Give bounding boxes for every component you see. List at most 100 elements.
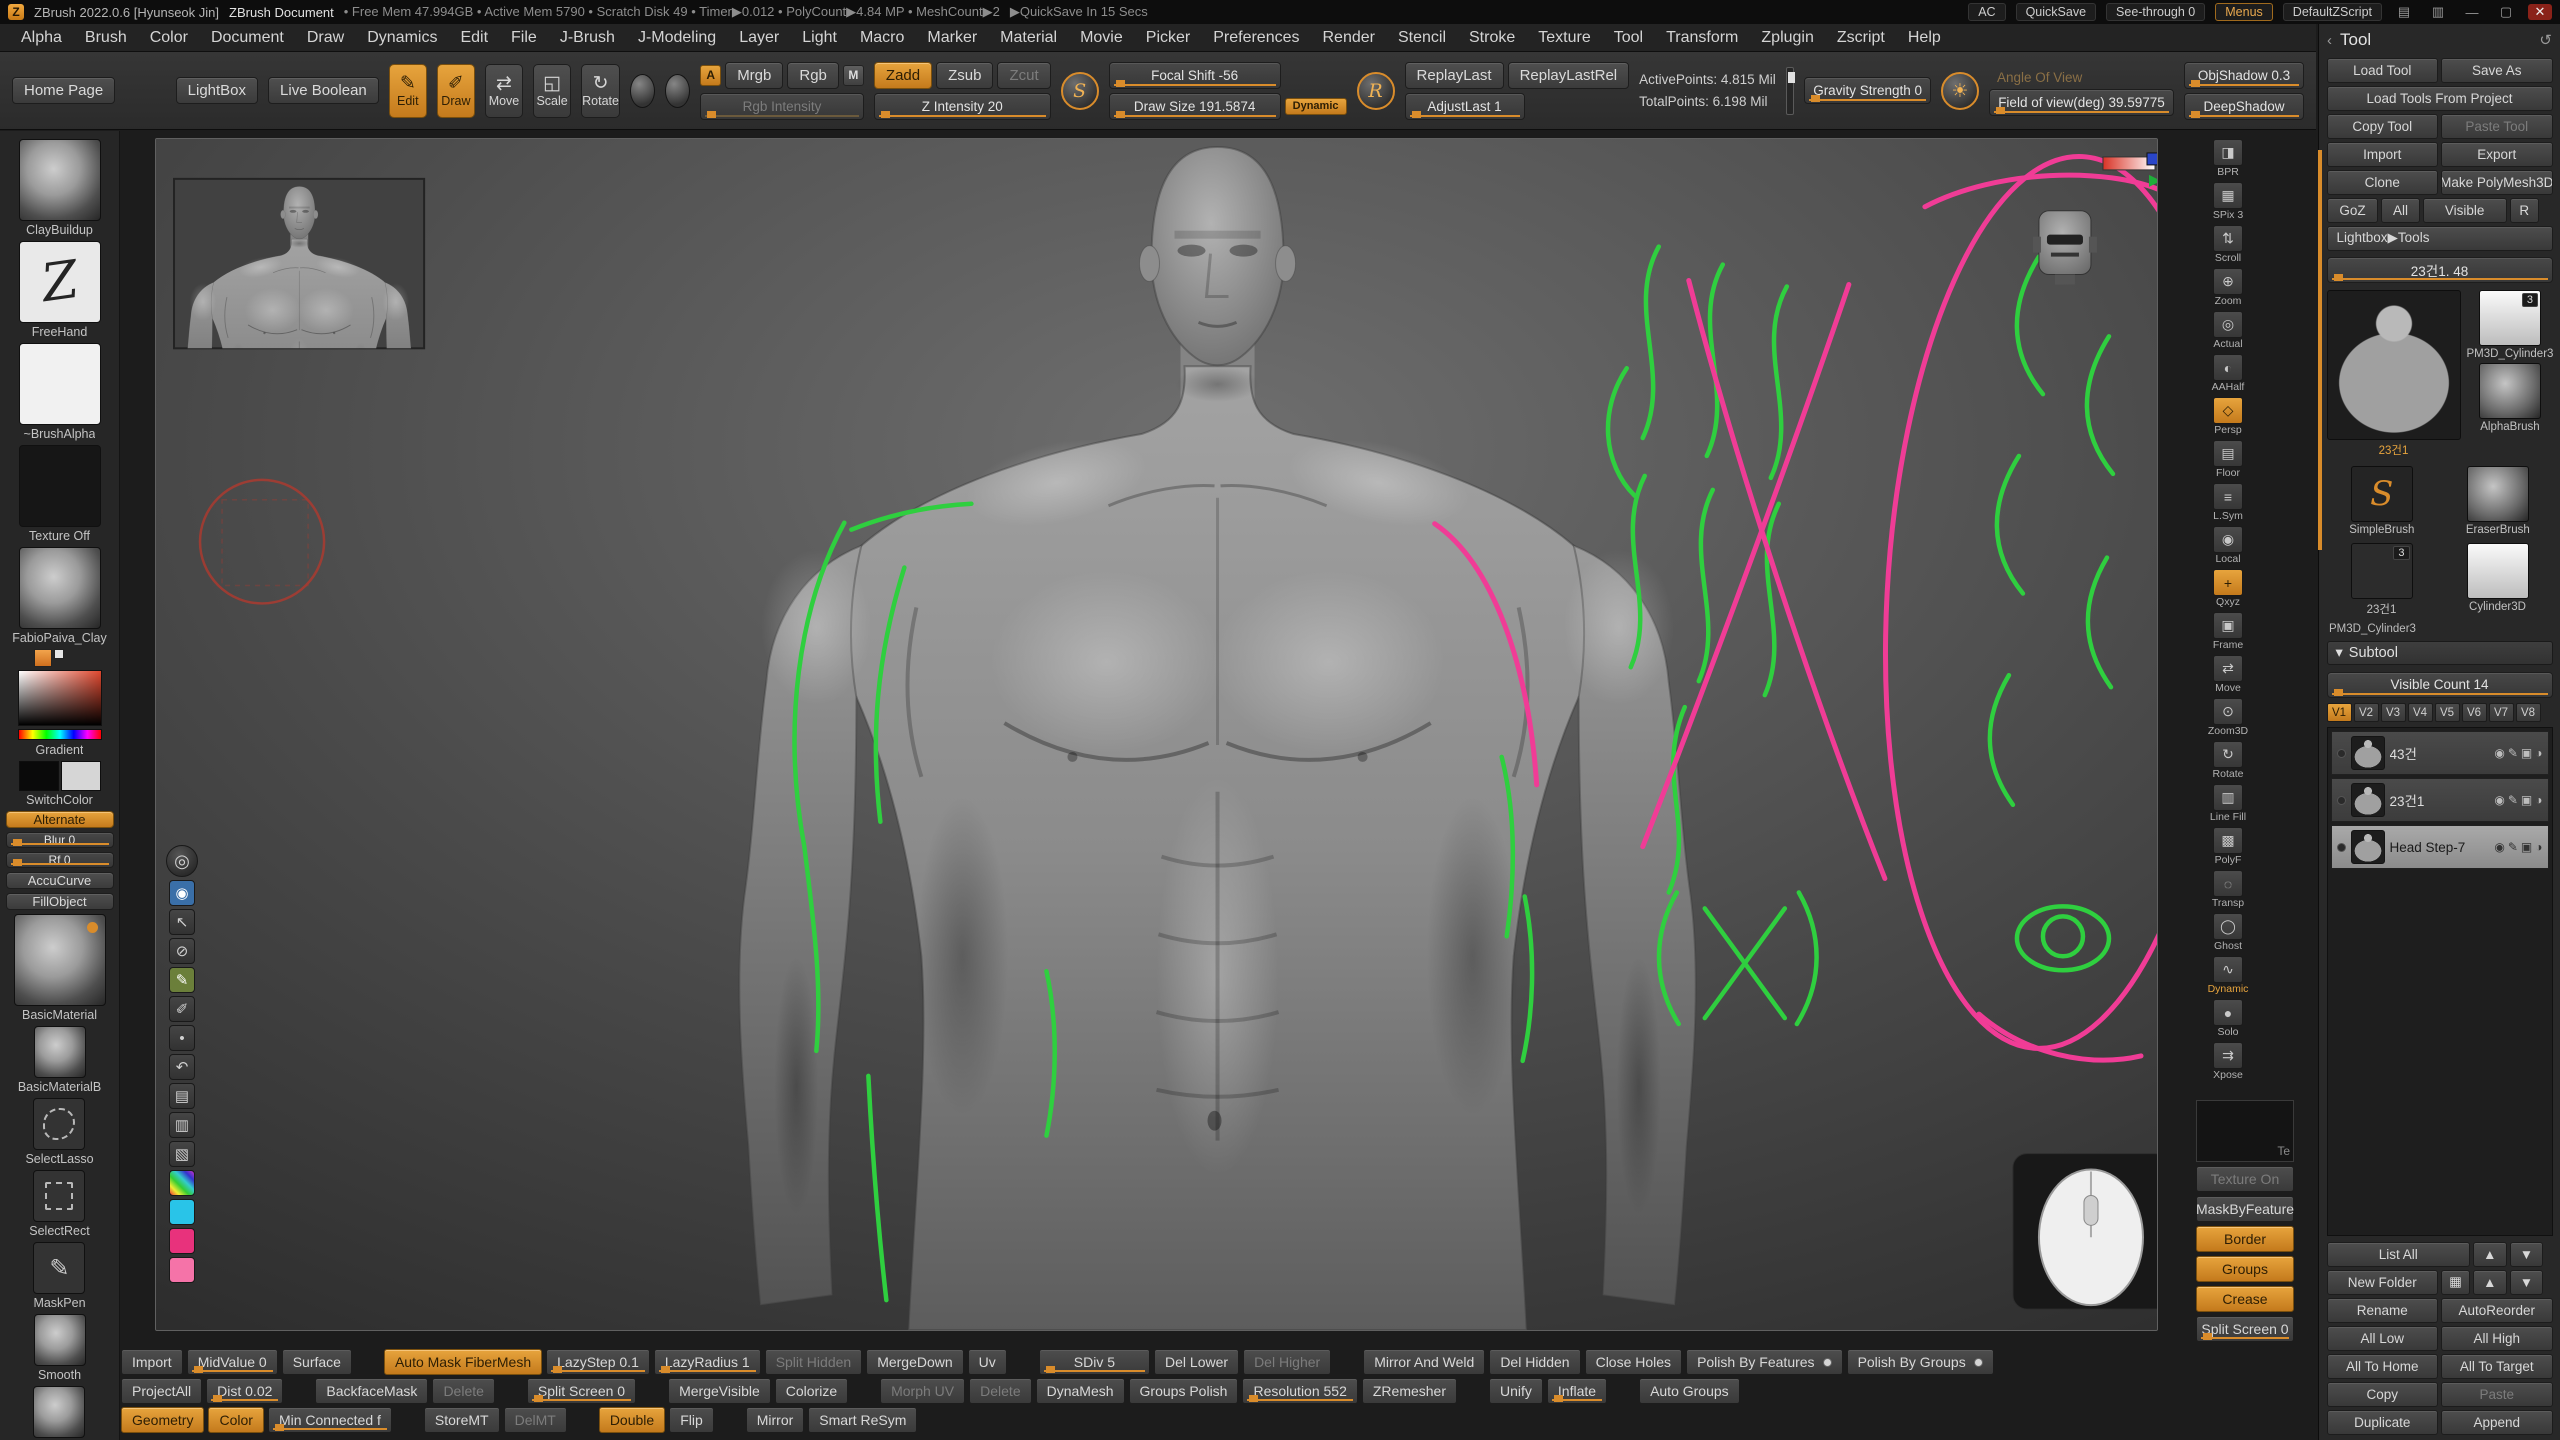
blur-slider[interactable]: Blur 0: [6, 832, 114, 848]
menu-item[interactable]: Tool: [1603, 27, 1654, 49]
obj-shadow-slider[interactable]: ObjShadow 0.3: [2184, 62, 2304, 89]
subtool-action-button[interactable]: List All: [2327, 1242, 2471, 1267]
subtool-action-button[interactable]: New Folder: [2327, 1270, 2439, 1295]
bottom-bar-button[interactable]: Resolution 552: [1242, 1378, 1357, 1404]
alt-color-swatch[interactable]: [61, 761, 101, 791]
window-control-icon[interactable]: —: [2460, 5, 2484, 20]
eraserbrush-thumbnail[interactable]: [2467, 466, 2529, 522]
canvas-tool-icon[interactable]: [169, 1257, 195, 1283]
canvas-tool-icon[interactable]: [169, 1228, 195, 1254]
bottom-bar-button[interactable]: MergeVisible: [668, 1378, 771, 1404]
replay-last-rel-button[interactable]: ReplayLastRel: [1508, 62, 1630, 89]
right-shelf-button[interactable]: ⇄ Move: [2213, 655, 2243, 694]
bottom-bar-button[interactable]: Del Hidden: [1489, 1349, 1580, 1375]
menu-item[interactable]: Stroke: [1458, 27, 1526, 49]
bottom-bar-button[interactable]: BackfaceMask: [315, 1378, 428, 1404]
right-shelf-button[interactable]: ◉ Local: [2213, 526, 2243, 565]
figure-tool-thumbnail[interactable]: 3: [2351, 543, 2413, 599]
subtool-handle-icon[interactable]: [2337, 796, 2346, 805]
right-shelf-button[interactable]: ◨ BPR: [2213, 139, 2243, 178]
replay-last-button[interactable]: ReplayLast: [1405, 62, 1504, 89]
subtool-action-button[interactable]: All To Home: [2327, 1354, 2439, 1379]
subtool-action-button[interactable]: Paste: [2441, 1382, 2553, 1407]
subtool-action-button[interactable]: ▲: [2473, 1270, 2507, 1295]
right-shelf-button[interactable]: ● Solo: [2213, 999, 2243, 1038]
tool-panel-button[interactable]: R: [2510, 198, 2539, 223]
bottom-bar-button[interactable]: Morph UV: [880, 1378, 965, 1404]
tray-slot[interactable]: MaskPen: [33, 1242, 85, 1310]
active-tool-thumbnail[interactable]: [2327, 290, 2461, 440]
bottom-bar-button[interactable]: StoreMT: [424, 1407, 500, 1433]
subtool-action-button[interactable]: Duplicate: [2327, 1410, 2439, 1435]
dynamic-toggle[interactable]: Dynamic: [1285, 98, 1347, 115]
bottom-bar-button[interactable]: Delete: [969, 1378, 1031, 1404]
subtool-action-button[interactable]: ▼: [2510, 1242, 2544, 1267]
crease-button[interactable]: Crease: [2196, 1286, 2294, 1312]
zcut-button[interactable]: Zcut: [997, 62, 1050, 89]
bottom-bar-button[interactable]: Del Lower: [1154, 1349, 1239, 1375]
subtool-handle-icon[interactable]: [2337, 843, 2346, 852]
bottom-bar-button[interactable]: DelMT: [504, 1407, 567, 1433]
rgb-button[interactable]: Rgb: [787, 62, 839, 89]
tool-panel-button[interactable]: GoZ: [2327, 198, 2379, 223]
right-shelf-button[interactable]: ▩ PolyF: [2213, 827, 2243, 866]
canvas-tool-icon[interactable]: ✐: [169, 996, 195, 1022]
right-shelf-button[interactable]: ▣ Frame: [2213, 612, 2243, 651]
canvas-tool-icon[interactable]: [169, 1199, 195, 1225]
canvas-tool-icon[interactable]: ↶: [169, 1054, 195, 1080]
tool-name-slider[interactable]: 23건1. 48: [2327, 257, 2553, 283]
subtool-row-icons[interactable]: [2494, 793, 2542, 807]
bottom-bar-button[interactable]: Smart ReSym: [808, 1407, 917, 1433]
visibility-tab[interactable]: V4: [2408, 703, 2433, 722]
bottom-bar-button[interactable]: Inflate: [1547, 1378, 1607, 1404]
tray-slot[interactable]: SmoothValleys: [18, 1386, 100, 1440]
bottom-bar-button[interactable]: Split Screen 0: [527, 1378, 636, 1404]
bottom-bar-button[interactable]: Polish By Groups: [1847, 1349, 1994, 1375]
texture-thumbnail[interactable]: Te: [2196, 1100, 2294, 1162]
right-shelf-button[interactable]: ◎ Actual: [2213, 311, 2243, 350]
visibility-tab[interactable]: V7: [2489, 703, 2514, 722]
bottom-bar-button[interactable]: Mirror: [746, 1407, 805, 1433]
bottom-bar-button[interactable]: MergeDown: [866, 1349, 963, 1375]
right-shelf-button[interactable]: ↻ Rotate: [2213, 741, 2244, 780]
rf-slider[interactable]: Rf 0: [6, 852, 114, 868]
menu-item[interactable]: Layer: [728, 27, 790, 49]
deep-shadow-slider[interactable]: DeepShadow: [2184, 93, 2304, 120]
tray-slot[interactable]: SelectRect: [29, 1170, 89, 1238]
right-shelf-button[interactable]: ◯ Ghost: [2213, 913, 2243, 952]
right-shelf-button[interactable]: ◌ Transp: [2212, 870, 2244, 909]
canvas-tool-icon[interactable]: ▤: [169, 1083, 195, 1109]
alphabrush-thumbnail[interactable]: [2479, 363, 2541, 419]
right-shelf-button[interactable]: + Qxyz: [2213, 569, 2243, 608]
bottom-bar-button[interactable]: LazyRadius 1: [654, 1349, 761, 1375]
zsub-button[interactable]: Zsub: [936, 62, 993, 89]
collapse-panel-icon[interactable]: ‹: [2327, 32, 2332, 49]
current-color-swatch[interactable]: [34, 649, 52, 667]
menu-item[interactable]: Draw: [296, 27, 355, 49]
adjust-last-slider[interactable]: AdjustLast 1: [1405, 93, 1525, 120]
tray-slot[interactable]: SelectLasso: [25, 1098, 93, 1166]
tool-panel-button[interactable]: Import: [2327, 142, 2439, 167]
subtool-row-icons[interactable]: [2494, 840, 2542, 854]
menu-item[interactable]: Color: [139, 27, 199, 49]
draw-size-slider[interactable]: Draw Size 191.5874: [1109, 93, 1281, 120]
stroke-icon[interactable]: S: [1061, 72, 1099, 110]
bottom-bar-button[interactable]: LazyStep 0.1: [546, 1349, 650, 1375]
tool-panel-button[interactable]: Clone: [2327, 170, 2439, 195]
bottom-bar-button[interactable]: ZRemesher: [1362, 1378, 1457, 1404]
subtool-row-icons[interactable]: [2494, 746, 2542, 760]
bottom-bar-button[interactable]: Del Higher: [1243, 1349, 1331, 1375]
rotate-button[interactable]: ↻ Rotate: [581, 64, 620, 118]
tool-panel-button[interactable]: Make PolyMesh3D: [2441, 170, 2553, 195]
subtool-action-button[interactable]: All To Target: [2441, 1354, 2553, 1379]
right-shelf-button[interactable]: ◇ Persp: [2213, 397, 2243, 436]
mrgb-button[interactable]: Mrgb: [725, 62, 783, 89]
z-intensity-slider[interactable]: Z Intensity 20: [874, 93, 1051, 120]
scale-button[interactable]: ◱ Scale: [533, 64, 571, 118]
menu-item[interactable]: Document: [200, 27, 295, 49]
accucurve-button[interactable]: AccuCurve: [6, 872, 114, 889]
menu-item[interactable]: Marker: [916, 27, 988, 49]
canvas-tool-icon[interactable]: ⊘: [169, 938, 195, 964]
right-shelf-button[interactable]: ≡ L.Sym: [2213, 483, 2243, 522]
subtool-section-header[interactable]: ▾ Subtool: [2327, 641, 2553, 665]
